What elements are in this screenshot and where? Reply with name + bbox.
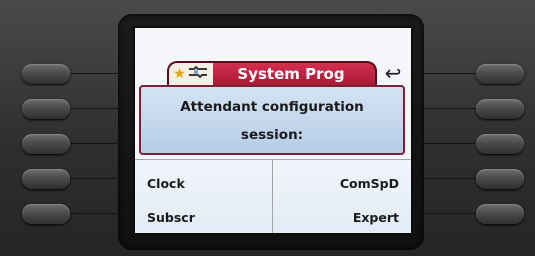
screen-title: System Prog (237, 65, 345, 83)
left-softkey-5[interactable] (22, 204, 70, 224)
softkey-menu: Clock ComSpD Subscr Expert (135, 159, 411, 233)
left-softkey-3[interactable] (22, 134, 70, 154)
wrench-icon (187, 65, 209, 83)
menu-divider (272, 160, 273, 233)
message-line-1: Attendant configuration (180, 99, 364, 115)
menu-item-expert[interactable]: Expert (353, 210, 399, 225)
back-arrow-icon[interactable]: ↪ (381, 61, 405, 85)
menu-item-clock[interactable]: Clock (147, 176, 185, 191)
lcd-screen: ★ System Prog ↪ Attendant configuration … (133, 26, 413, 235)
key-guide-line (70, 143, 132, 144)
key-guide-line (411, 178, 477, 179)
menu-item-comspd[interactable]: ComSpD (340, 176, 399, 191)
left-softkey-1[interactable] (22, 64, 70, 84)
right-softkey-4[interactable] (476, 169, 524, 189)
left-softkey-2[interactable] (22, 99, 70, 119)
title-icons: ★ (169, 63, 213, 85)
key-guide-line (411, 108, 477, 109)
key-guide-line (70, 178, 132, 179)
message-box: Attendant configuration session: (139, 85, 405, 155)
key-guide-line (411, 213, 477, 214)
title-bar: ★ System Prog (167, 61, 377, 85)
key-guide-line (70, 213, 132, 214)
message-line-2: session: (240, 127, 304, 143)
key-guide-line (411, 73, 477, 74)
key-guide-line (70, 73, 132, 74)
right-softkey-5[interactable] (476, 204, 524, 224)
star-icon: ★ (173, 66, 186, 82)
right-softkey-2[interactable] (476, 99, 524, 119)
key-guide-line (411, 143, 477, 144)
left-softkey-4[interactable] (22, 169, 70, 189)
key-guide-line (70, 108, 132, 109)
menu-item-subscr[interactable]: Subscr (147, 210, 195, 225)
right-softkey-3[interactable] (476, 134, 524, 154)
right-softkey-1[interactable] (476, 64, 524, 84)
